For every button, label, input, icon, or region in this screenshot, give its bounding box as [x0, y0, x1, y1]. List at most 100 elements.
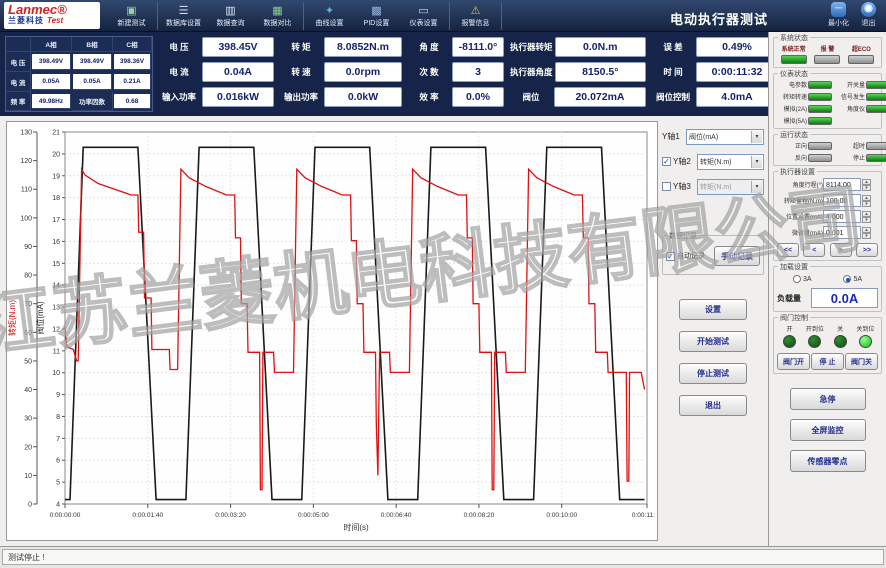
y-axis-2-row: ✓ Y轴2 转矩(N.m) ▾ — [662, 153, 764, 170]
field-valve-position: 阀位 20.072mA — [510, 87, 646, 107]
eco-led — [848, 55, 875, 64]
load-settings-group: 加载设置 3A 5A 负载量 0.0A — [773, 262, 882, 312]
start-test-button[interactable]: 开始测试 — [679, 331, 747, 352]
alarm-led — [814, 55, 841, 64]
fast-forward-button[interactable]: >> — [855, 243, 878, 257]
svg-text:20: 20 — [52, 151, 60, 158]
position-set-stepper[interactable]: ▴ ▾ — [862, 210, 871, 223]
step-backward-button[interactable]: < — [803, 243, 826, 257]
fine-tune-row: 微调量(mA) 0.001 ▴ ▾ — [777, 226, 878, 239]
emergency-stop-button[interactable]: 急停 — [789, 388, 866, 410]
status-message: 测试停止 ! — [2, 549, 884, 565]
fine-tune-stepper[interactable]: ▴ ▾ — [862, 226, 871, 239]
voltage-row-label: 电 压 — [6, 52, 31, 72]
field-input-power: 输入功率 0.016kW — [158, 87, 274, 107]
y-axis-1-select[interactable]: 阀位(mA) ▾ — [686, 128, 764, 145]
valve-stop-button[interactable]: 停 止 — [811, 353, 844, 370]
curve-settings-icon: ✦ — [324, 4, 335, 17]
svg-text:0: 0 — [28, 502, 32, 509]
pid-settings-icon: ▩ — [371, 4, 382, 17]
phase-b-voltage: 398.49V — [73, 54, 112, 70]
sensor-zero-button[interactable]: 传感器零点 — [789, 450, 866, 472]
angle-meter-led — [866, 104, 886, 113]
load-amount-value: 0.0A — [811, 288, 878, 308]
step-forward-button[interactable]: > — [829, 243, 852, 257]
exit-icon: ◉ — [861, 2, 876, 17]
waveform-chart: 0 10 20 30 40 50 60 70 80 90 100 110 120 130 转矩(N.m) 4 5… — [7, 130, 663, 533]
angle-travel-stepper[interactable]: ▴ ▾ — [862, 178, 871, 191]
measurement-fields: 电 压 398.45V 转 矩 8.0852N.m 角 度 -8111.0° 执行器转… — [158, 37, 778, 107]
data-record-group: 数据记录 ✓ 自动记录 手动记录 — [662, 231, 764, 275]
valve-close-led — [833, 335, 847, 348]
load-5a-radio[interactable]: 5A — [843, 275, 862, 283]
exit-button[interactable]: ◉ 退出 — [861, 2, 876, 28]
reverse-led — [808, 153, 832, 162]
torque-range-stepper[interactable]: ▴ ▾ — [862, 194, 871, 207]
svg-text:12: 12 — [52, 326, 60, 333]
fullscreen-monitor-button[interactable]: 全屏监控 — [789, 419, 866, 441]
database-settings-button[interactable]: ☰ 数据库设置 — [160, 2, 207, 30]
svg-text:0:00:08:20: 0:00:08:20 — [464, 512, 495, 519]
y-axis-2-checkbox[interactable]: ✓ — [662, 157, 671, 166]
auto-record-checkbox[interactable]: ✓ — [666, 251, 675, 261]
field-actuator-torque: 执行器转矩 0.0N.m — [510, 37, 646, 57]
exit-test-button[interactable]: 退出 — [679, 395, 747, 416]
position-set-input[interactable]: 4.000 — [823, 210, 861, 223]
pid-settings-button[interactable]: ▩ PID设置 — [353, 2, 400, 30]
data-compare-icon: ▦ — [272, 4, 283, 17]
logo-cn: 兰菱科技 — [8, 16, 44, 25]
power-params-led — [808, 80, 832, 89]
alarm-info-button[interactable]: ⚠ 报警信息 — [452, 2, 499, 30]
valve-open-button[interactable]: 阀门开 — [777, 353, 810, 370]
radio-selected-icon — [843, 275, 852, 283]
y-axis-2-select[interactable]: 转矩(N.m) ▾ — [697, 153, 764, 170]
svg-text:15: 15 — [52, 261, 60, 268]
stop-led — [866, 153, 886, 162]
svg-text:18: 18 — [52, 195, 60, 202]
minimize-button[interactable]: ─ 最小化 — [828, 2, 849, 28]
angle-travel-input[interactable]: 8114.00 — [823, 178, 861, 191]
minimize-icon: ─ — [831, 2, 846, 17]
phase-b-header: B相 — [72, 37, 113, 52]
settings-button[interactable]: 设置 — [679, 299, 747, 320]
svg-text:9: 9 — [56, 392, 60, 399]
valve-close-button[interactable]: 阀门关 — [845, 353, 878, 370]
window-buttons: ─ 最小化 ◉ 退出 — [828, 2, 876, 28]
svg-text:4: 4 — [56, 502, 60, 509]
svg-text:13: 13 — [52, 305, 60, 312]
svg-text:20: 20 — [24, 444, 32, 451]
data-query-button[interactable]: ▥ 数据查询 — [207, 2, 254, 30]
data-compare-button[interactable]: ▦ 数据对比 — [254, 2, 301, 30]
phase-c-header: C相 — [113, 37, 152, 52]
switch-io-led — [866, 80, 886, 89]
data-query-icon: ▥ — [225, 4, 236, 17]
stop-test-button[interactable]: 停止测试 — [679, 363, 747, 384]
y-axis-3-checkbox[interactable] — [662, 182, 671, 191]
lanmec-logo: Lanmec® 兰菱科技 Test — [4, 2, 100, 29]
y-axis-3-row: Y轴3 转矩(N.m) ▾ — [662, 178, 764, 195]
app-window: Lanmec® 兰菱科技Test ▣ 新建测试 ☰ 数据库设置 ▥ 数据查询 — [0, 0, 886, 568]
actuator-settings-group: 执行器设置 角度行程(°) 8114.00 ▴ ▾ 转矩量程(N.m) 100.0… — [773, 167, 882, 261]
svg-text:10: 10 — [52, 370, 60, 377]
frequency-value: 49.98Hz — [32, 94, 71, 109]
fine-tune-input[interactable]: 0.001 — [823, 226, 861, 239]
manual-record-button[interactable]: 手动记录 — [714, 246, 760, 266]
y-axis-3-select[interactable]: 转矩(N.m) ▾ — [697, 178, 764, 195]
new-test-button[interactable]: ▣ 新建测试 — [108, 2, 155, 30]
chevron-down-icon: ▾ — [751, 180, 762, 193]
measurement-strip: A相 B相 C相 电 压 398.49V 398.49V 398.36V 电 流… — [0, 32, 778, 116]
phase-c-current: 0.21A — [114, 74, 151, 90]
system-normal-indicator: 系统正常 — [777, 44, 810, 64]
fast-backward-button[interactable]: << — [777, 243, 799, 257]
meter-settings-button[interactable]: ▭ 仪表设置 — [400, 2, 447, 30]
load-3a-radio[interactable]: 3A — [792, 275, 812, 283]
phase-b-current: 0.05A — [73, 74, 112, 90]
field-speed: 转 速 0.0rpm — [280, 62, 402, 82]
svg-text:0:00:05:00: 0:00:05:00 — [298, 512, 329, 519]
svg-text:110: 110 — [21, 187, 32, 194]
curve-settings-button[interactable]: ✦ 曲线设置 — [306, 2, 353, 30]
system-normal-led — [780, 55, 807, 64]
field-actuator-angle: 执行器角度 8150.5° — [510, 62, 646, 82]
torque-range-input[interactable]: 100.00 — [823, 194, 861, 207]
valve-close-indicator: 关 — [828, 324, 853, 348]
